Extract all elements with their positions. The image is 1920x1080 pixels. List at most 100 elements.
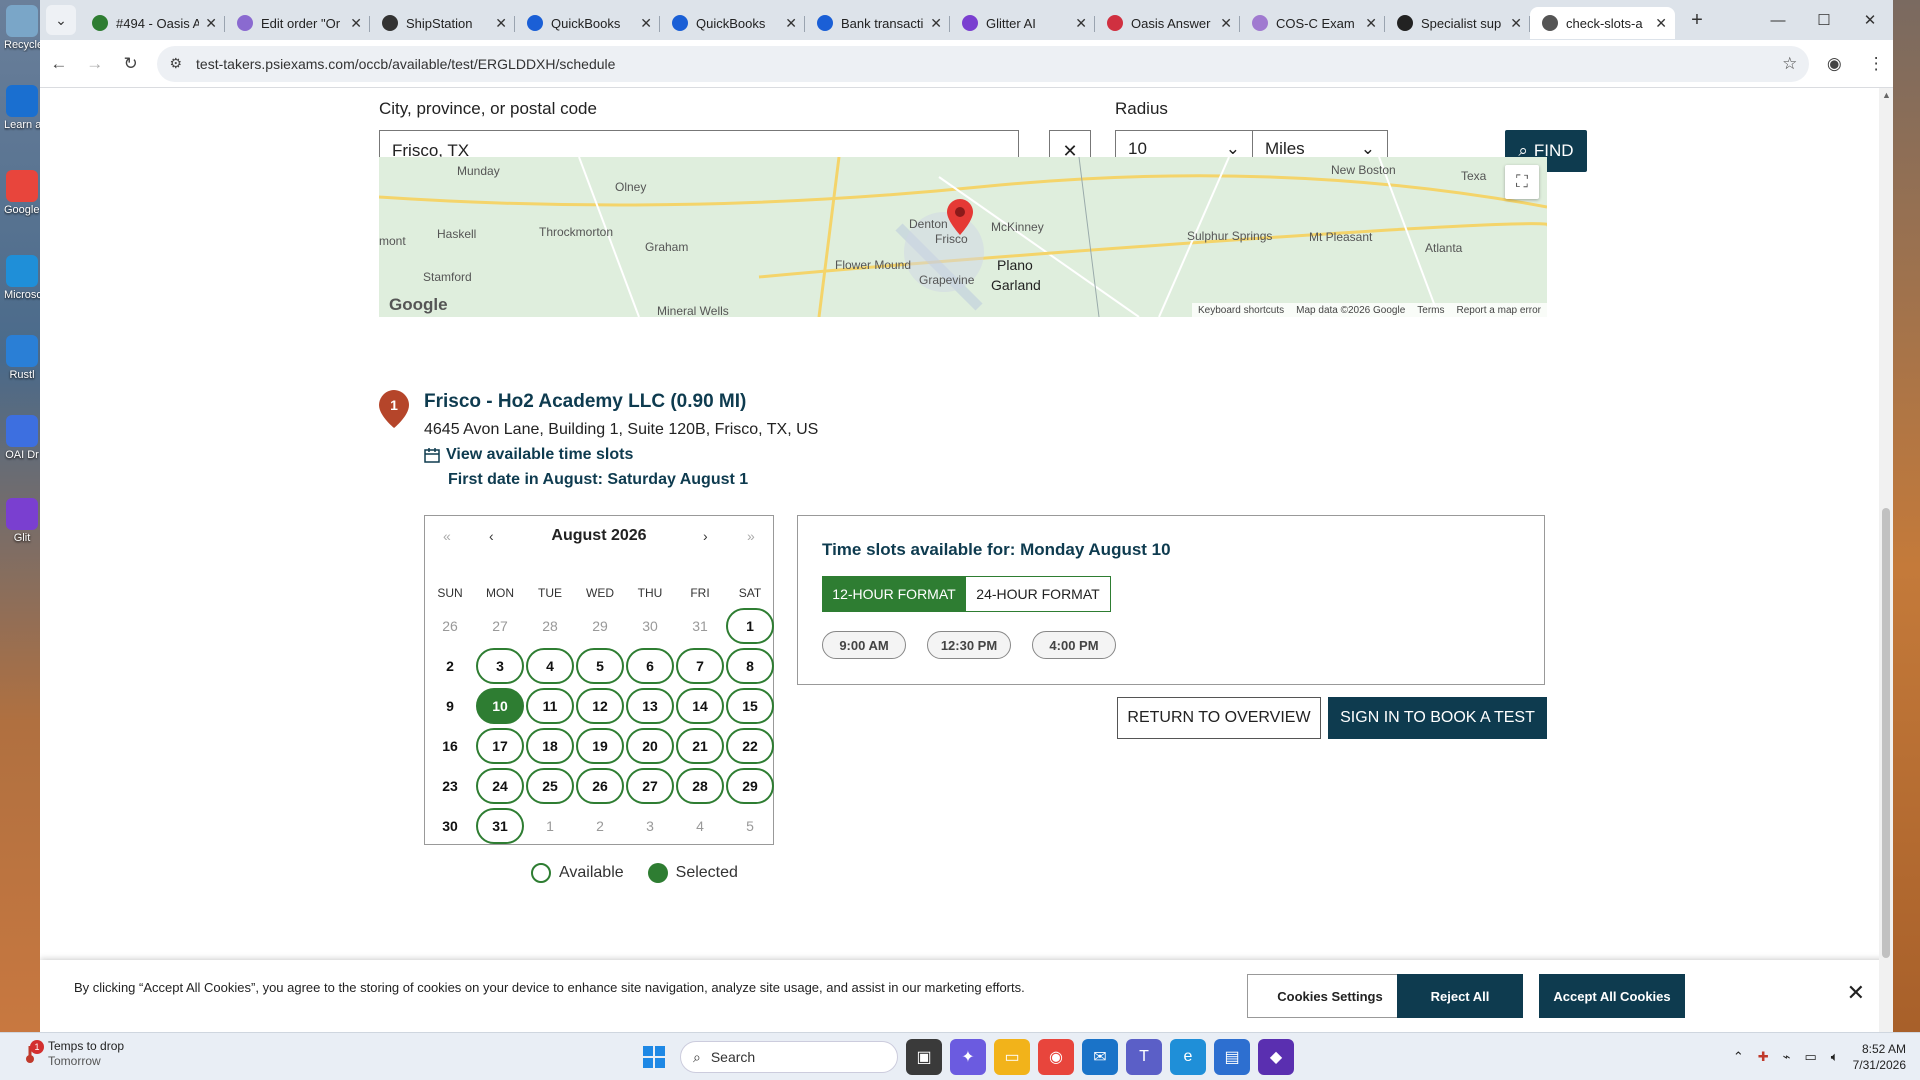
time-slot-button[interactable]: 12:30 PM — [927, 631, 1011, 659]
calendar-day[interactable]: 3 — [476, 648, 524, 684]
file-explorer-icon[interactable]: ▭ — [994, 1039, 1030, 1075]
url-text[interactable]: test-takers.psiexams.com/occb/available/… — [196, 56, 1782, 72]
close-tab-icon[interactable]: ✕ — [1365, 15, 1377, 32]
bookmark-star-icon[interactable]: ☆ — [1782, 54, 1797, 74]
task-view-icon[interactable]: ▣ — [906, 1039, 942, 1075]
desktop-icon[interactable]: Learn about this picture — [4, 85, 40, 132]
clock[interactable]: 8:52 AM 7/31/2026 — [1853, 1041, 1906, 1073]
teams-icon[interactable]: T — [1126, 1039, 1162, 1075]
tab-search-dropdown[interactable]: ⌄ — [46, 5, 76, 35]
last-month-button[interactable]: » — [747, 528, 755, 544]
browser-tab[interactable]: ShipStation ✕ — [370, 7, 515, 39]
map-pin-icon[interactable] — [947, 199, 973, 235]
maximize-button[interactable]: ☐ — [1801, 0, 1847, 40]
close-tab-icon[interactable]: ✕ — [640, 15, 652, 32]
calendar-day[interactable]: 29 — [726, 768, 774, 804]
close-tab-icon[interactable]: ✕ — [785, 15, 797, 32]
browser-tab[interactable]: Specialist sup ✕ — [1385, 7, 1530, 39]
map-footer-item[interactable]: Terms — [1417, 305, 1444, 316]
edge-icon[interactable]: e — [1170, 1039, 1206, 1075]
minimize-button[interactable]: — — [1755, 0, 1801, 40]
calendar-day[interactable]: 31 — [476, 808, 524, 844]
scroll-up-icon[interactable]: ▲ — [1882, 90, 1891, 100]
view-slots-link[interactable]: View available time slots — [424, 446, 633, 464]
close-tab-icon[interactable]: ✕ — [1220, 15, 1232, 32]
calendar-day[interactable]: 28 — [676, 768, 724, 804]
calendar-day[interactable]: 24 — [476, 768, 524, 804]
calendar-day[interactable]: 11 — [526, 688, 574, 724]
next-month-button[interactable]: › — [703, 528, 708, 544]
calendar-day[interactable]: 22 — [726, 728, 774, 764]
desktop-icon[interactable]: Google Chrome — [4, 170, 40, 217]
close-icon[interactable]: ✕ — [1847, 980, 1865, 1006]
browser-tab[interactable]: QuickBooks ✕ — [515, 7, 660, 39]
reload-button[interactable]: ↻ — [114, 47, 148, 81]
volume-icon[interactable]: 🔈︎ — [1831, 1049, 1839, 1065]
location-title[interactable]: Frisco - Ho2 Academy LLC (0.90 MI) — [424, 391, 746, 413]
omnibox[interactable]: ⚙ test-takers.psiexams.com/occb/availabl… — [157, 45, 1810, 82]
calendar-day[interactable]: 7 — [676, 648, 724, 684]
close-tab-icon[interactable]: ✕ — [930, 15, 942, 32]
close-tab-icon[interactable]: ✕ — [495, 15, 507, 32]
sign-in-button[interactable]: SIGN IN TO BOOK A TEST — [1328, 697, 1547, 739]
close-tab-icon[interactable]: ✕ — [205, 15, 217, 32]
calendar-day[interactable]: 14 — [676, 688, 724, 724]
calendar-day[interactable]: 10 — [476, 688, 524, 724]
browser-tab[interactable]: COS-C Exam (✕ — [1240, 7, 1385, 39]
return-overview-button[interactable]: RETURN TO OVERVIEW — [1117, 697, 1321, 739]
chrome-icon[interactable]: ◉ — [1038, 1039, 1074, 1075]
menu-icon[interactable]: ⋮ — [1859, 47, 1893, 81]
browser-tab[interactable]: #494 - Oasis A ✕ — [80, 7, 225, 39]
close-tab-icon[interactable]: ✕ — [1510, 15, 1522, 32]
calendar-day[interactable]: 4 — [526, 648, 574, 684]
format-24-button[interactable]: 24-HOUR FORMAT — [965, 576, 1111, 612]
browser-tab[interactable]: Bank transacti ✕ — [805, 7, 950, 39]
map[interactable]: Munday Olney Haskell Throckmorton Graham Stam… — [379, 157, 1547, 317]
network-icon[interactable]: ⌁ — [1783, 1049, 1791, 1065]
accept-all-button[interactable]: Accept All Cookies — [1539, 974, 1685, 1018]
chevron-up-icon[interactable]: ⌃ — [1733, 1049, 1744, 1065]
copilot-icon[interactable]: ✦ — [950, 1039, 986, 1075]
format-12-button[interactable]: 12-HOUR FORMAT — [822, 576, 966, 612]
calendar-day[interactable]: 17 — [476, 728, 524, 764]
calendar-day[interactable]: 18 — [526, 728, 574, 764]
close-tab-icon[interactable]: ✕ — [1655, 15, 1667, 32]
store-icon[interactable]: ▤ — [1214, 1039, 1250, 1075]
browser-tab[interactable]: QuickBooks ✕ — [660, 7, 805, 39]
taskbar-search[interactable]: ⌕ Search — [680, 1041, 898, 1073]
map-footer-item[interactable]: Report a map error — [1457, 305, 1541, 316]
desktop-icon[interactable]: Rustl — [4, 335, 40, 382]
calendar-day[interactable]: 1 — [726, 608, 774, 644]
browser-tab[interactable]: Edit order "Or ✕ — [225, 7, 370, 39]
time-slot-button[interactable]: 4:00 PM — [1032, 631, 1116, 659]
back-button[interactable]: ← — [42, 47, 76, 81]
page-scrollbar[interactable]: ▲ — [1879, 88, 1893, 1032]
close-tab-icon[interactable]: ✕ — [350, 15, 362, 32]
browser-tab[interactable]: Glitter AI ✕ — [950, 7, 1095, 39]
calendar-day[interactable]: 19 — [576, 728, 624, 764]
desktop-icon[interactable]: Recycle — [4, 5, 40, 52]
forward-button[interactable]: → — [78, 47, 112, 81]
outlook-icon[interactable]: ✉ — [1082, 1039, 1118, 1075]
display-icon[interactable]: ▭ — [1805, 1049, 1817, 1065]
site-info-icon[interactable]: ⚙ — [169, 55, 182, 72]
desktop-icon[interactable]: OAI Dr — [4, 415, 40, 462]
close-tab-icon[interactable]: ✕ — [1075, 15, 1087, 32]
map-footer-item[interactable]: Map data ©2026 Google — [1296, 305, 1405, 316]
calendar-day[interactable]: 5 — [576, 648, 624, 684]
calendar-day[interactable]: 8 — [726, 648, 774, 684]
fullscreen-icon[interactable]: ⛶ — [1505, 165, 1539, 199]
calendar-day[interactable]: 12 — [576, 688, 624, 724]
map-footer-item[interactable]: Keyboard shortcuts — [1198, 305, 1284, 316]
desktop-icon[interactable]: Glit — [4, 498, 40, 545]
tray-app-icon[interactable]: ✚ — [1758, 1049, 1769, 1065]
desktop-icon[interactable]: Microsoft Edge — [4, 255, 40, 302]
close-window-button[interactable]: ✕ — [1847, 0, 1893, 40]
weather-widget[interactable]: 1 Temps to drop Tomorrow — [20, 1039, 124, 1069]
browser-tab[interactable]: Oasis Answer ✕ — [1095, 7, 1240, 39]
cookie-settings-button[interactable]: Cookies Settings — [1247, 974, 1413, 1018]
start-button[interactable] — [636, 1039, 672, 1075]
scroll-thumb[interactable] — [1882, 508, 1890, 958]
calendar-day[interactable]: 26 — [576, 768, 624, 804]
calendar-day[interactable]: 20 — [626, 728, 674, 764]
